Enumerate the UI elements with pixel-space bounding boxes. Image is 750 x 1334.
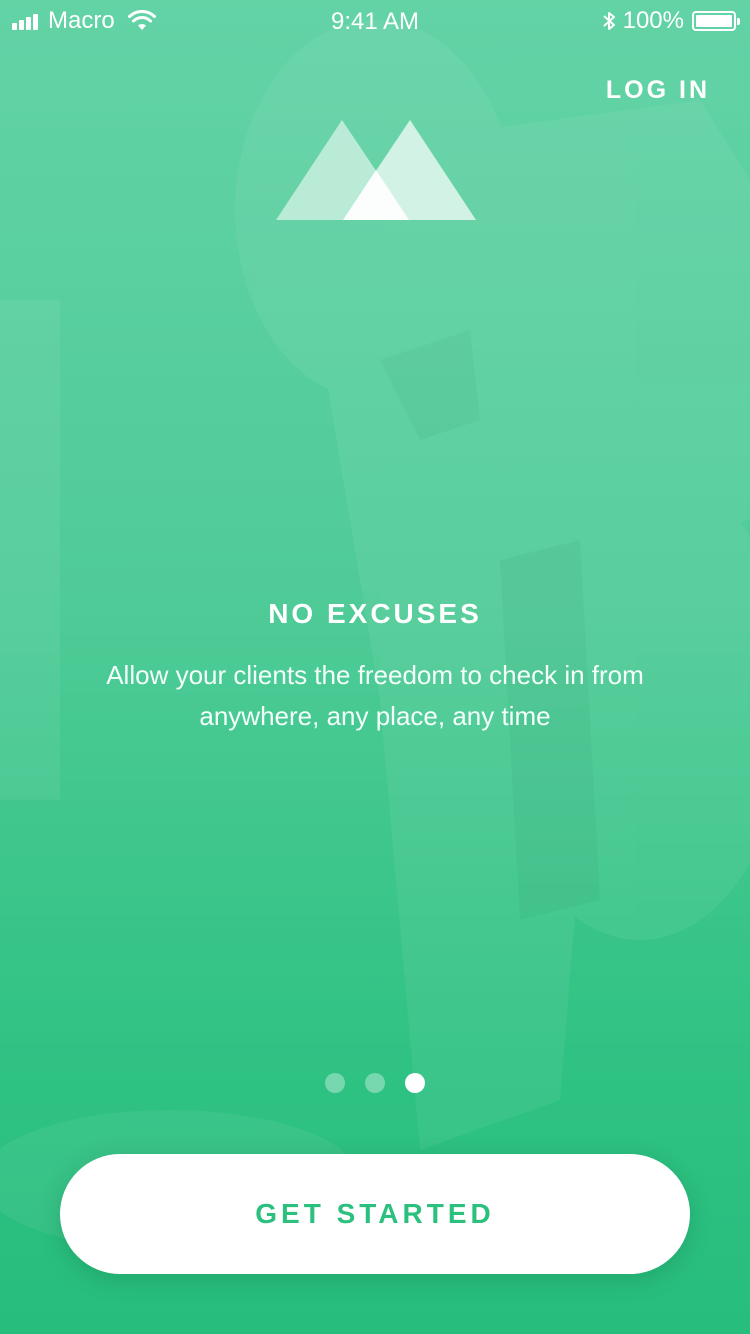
onboarding-screen: Macro 9:41 AM 100% LOG IN NO EXCUSES All… (0, 0, 750, 1334)
battery-percent: 100% (622, 7, 684, 34)
page-dot-1[interactable] (325, 1073, 345, 1093)
battery-icon (692, 11, 740, 31)
status-bar-right: 100% (601, 7, 740, 35)
status-bar: Macro 9:41 AM 100% (0, 0, 750, 40)
page-dot-3[interactable] (405, 1073, 425, 1093)
login-button[interactable]: LOG IN (606, 76, 710, 105)
get-started-button[interactable]: GET STARTED (60, 1154, 690, 1274)
page-dot-2[interactable] (365, 1073, 385, 1093)
mountains-logo-icon (276, 120, 476, 220)
slide-description: Allow your clients the freedom to check … (106, 660, 644, 731)
page-indicator (0, 1073, 750, 1093)
slide-title: NO EXCUSES (268, 598, 482, 629)
bluetooth-icon (602, 12, 615, 30)
